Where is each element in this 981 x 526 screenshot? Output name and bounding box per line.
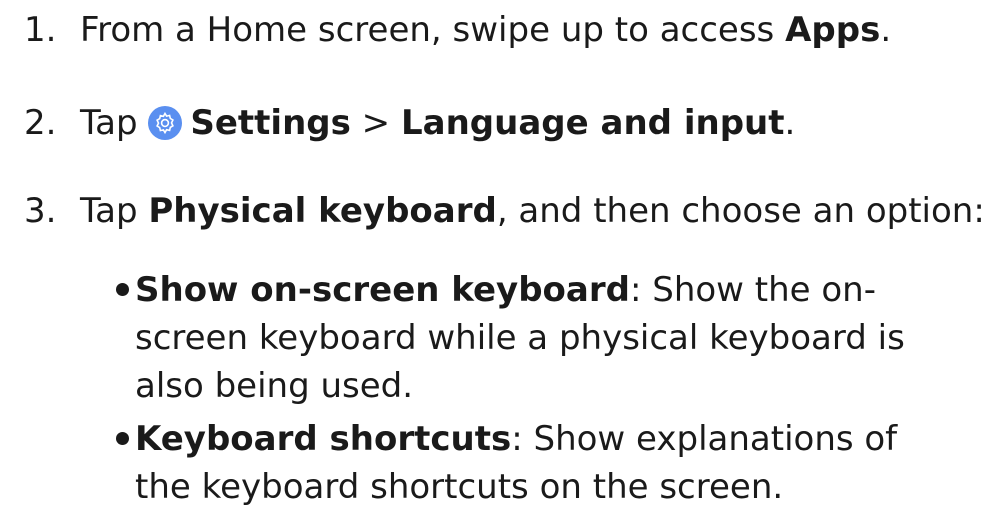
instructions-page: 1. From a Home screen, swipe up to acces… — [0, 0, 981, 526]
settings-term: Settings — [190, 103, 351, 143]
step-text: From a Home screen, swipe up to access A… — [80, 10, 892, 50]
physical-keyboard-term: Physical keyboard — [148, 191, 497, 231]
step-text: Tap Physical keyboard, and then choose a… — [80, 191, 981, 231]
settings-gear-icon — [148, 106, 183, 140]
option-title: Show on-screen keyboard — [135, 270, 630, 310]
bullet-icon — [116, 283, 129, 296]
option-title: Keyboard shortcuts — [135, 419, 512, 459]
apps-term: Apps — [785, 10, 881, 50]
step-number: 1. — [24, 10, 57, 50]
step-number: 2. — [24, 103, 57, 143]
option-text: Keyboard shortcuts: Show explanations of… — [135, 415, 961, 511]
bullet-icon — [116, 432, 129, 445]
language-input-term: Language and input — [400, 103, 785, 143]
step-text: Tap Settings > Language and input. — [80, 103, 796, 143]
step-number: 3. — [24, 191, 57, 231]
option-text: Show on-screen keyboard: Show the on-scr… — [135, 266, 961, 410]
